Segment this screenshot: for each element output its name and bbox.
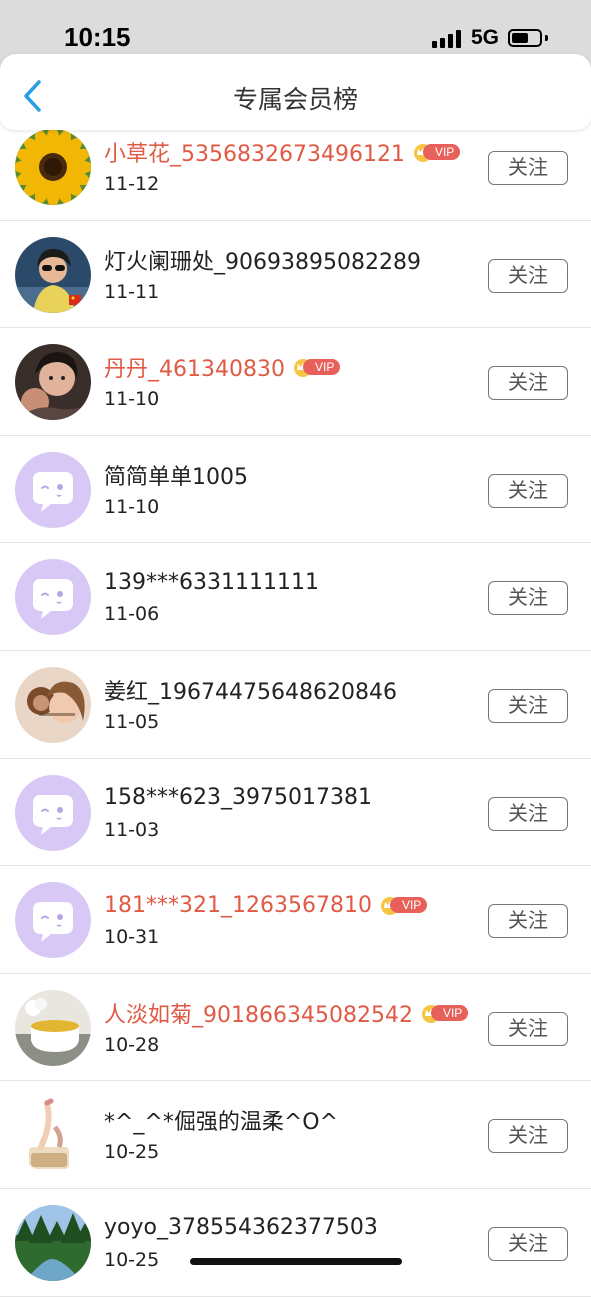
battery-cap bbox=[545, 35, 548, 41]
member-name[interactable]: 小草花_5356832673496121 bbox=[104, 136, 405, 168]
list-item[interactable]: 姜红_19674475648620846 11-05 关注 bbox=[0, 651, 591, 759]
name-line: 158***623_3975017381 bbox=[104, 783, 372, 813]
avatar[interactable] bbox=[15, 559, 91, 636]
status-time: 10:15 bbox=[64, 22, 131, 52]
page-title: 专属会员榜 bbox=[232, 85, 358, 114]
name-line: 灯火阑珊处_90693895082289 bbox=[104, 245, 421, 275]
name-line: *^_^*倔强的温柔^O^ bbox=[104, 1105, 338, 1135]
member-name[interactable]: *^_^*倔强的温柔^O^ bbox=[104, 1104, 338, 1136]
member-name[interactable]: 姜红_19674475648620846 bbox=[104, 674, 397, 706]
vip-label: VIP bbox=[389, 897, 428, 914]
follow-button[interactable]: 关注 bbox=[488, 1011, 568, 1046]
avatar[interactable] bbox=[15, 236, 91, 313]
network-label: 5G bbox=[471, 26, 500, 49]
avatar[interactable] bbox=[15, 989, 91, 1066]
home-indicator bbox=[190, 1258, 402, 1265]
member-name[interactable]: 简简单单1005 bbox=[104, 459, 248, 491]
avatar[interactable] bbox=[15, 1204, 91, 1281]
avatar[interactable] bbox=[15, 129, 91, 205]
list-item[interactable]: 简简单单1005 11-10 关注 bbox=[0, 436, 591, 544]
member-name[interactable]: 丹丹_461340830 bbox=[104, 351, 285, 383]
member-date: 11-12 bbox=[104, 173, 160, 195]
follow-button[interactable]: 关注 bbox=[488, 688, 568, 723]
vip-badge: VIP bbox=[378, 895, 428, 916]
name-line: yoyo_378554362377503 bbox=[104, 1213, 378, 1243]
member-date: 10-25 bbox=[104, 1248, 160, 1271]
follow-button[interactable]: 关注 bbox=[488, 473, 568, 508]
member-name[interactable]: 灯火阑珊处_90693895082289 bbox=[104, 244, 421, 276]
follow-button[interactable]: 关注 bbox=[488, 366, 568, 401]
vip-badge: VIP bbox=[419, 1003, 469, 1023]
follow-button[interactable]: 关注 bbox=[488, 581, 568, 616]
member-name[interactable]: 人淡如菊_901866345082542 bbox=[104, 997, 413, 1029]
member-date: 10-31 bbox=[104, 926, 160, 949]
list-item[interactable]: 158***623_3975017381 11-03 关注 bbox=[0, 759, 591, 867]
member-name[interactable]: 158***623_3975017381 bbox=[104, 785, 372, 810]
name-line: 小草花_5356832673496121 VIP bbox=[104, 136, 461, 168]
follow-button[interactable]: 关注 bbox=[488, 151, 568, 185]
follow-button[interactable]: 关注 bbox=[488, 1226, 568, 1261]
avatar[interactable] bbox=[15, 1097, 91, 1174]
name-line: 人淡如菊_901866345082542 VIP bbox=[104, 997, 469, 1029]
vip-label: VIP bbox=[302, 359, 341, 376]
avatar[interactable] bbox=[15, 344, 91, 421]
list-item[interactable]: 139***6331111111 11-06 关注 bbox=[0, 543, 591, 651]
vip-label: VIP bbox=[422, 144, 461, 160]
avatar[interactable] bbox=[15, 451, 91, 528]
avatar[interactable] bbox=[15, 774, 91, 851]
member-list: 小草花_5356832673496121 VIP 11-12 关注 灯火阑珊处_9069… bbox=[0, 113, 591, 1297]
name-line: 139***6331111111 bbox=[104, 567, 319, 597]
follow-button[interactable]: 关注 bbox=[488, 258, 568, 293]
member-name[interactable]: 181***321_1263567810 bbox=[104, 893, 372, 918]
member-date: 11-03 bbox=[104, 818, 160, 841]
follow-button[interactable]: 关注 bbox=[488, 796, 568, 831]
member-date: 11-10 bbox=[104, 495, 160, 518]
list-item[interactable]: *^_^*倔强的温柔^O^ 10-25 关注 bbox=[0, 1081, 591, 1189]
member-date: 11-11 bbox=[104, 280, 160, 303]
follow-button[interactable]: 关注 bbox=[488, 1119, 568, 1154]
member-date: 11-06 bbox=[104, 603, 160, 626]
battery-icon bbox=[508, 29, 542, 47]
follow-button[interactable]: 关注 bbox=[488, 904, 568, 939]
name-line: 181***321_1263567810 VIP bbox=[104, 890, 428, 920]
member-date: 10-28 bbox=[104, 1033, 160, 1056]
member-date: 11-05 bbox=[104, 710, 160, 733]
member-date: 10-25 bbox=[104, 1141, 160, 1164]
signal-icon bbox=[432, 30, 464, 48]
vip-badge: VIP bbox=[411, 142, 461, 162]
list-item[interactable]: 人淡如菊_901866345082542 VIP 10-28 关注 bbox=[0, 974, 591, 1082]
list-item[interactable]: 丹丹_461340830 VIP 11-10 关注 bbox=[0, 328, 591, 436]
name-line: 姜红_19674475648620846 bbox=[104, 675, 397, 705]
vip-badge: VIP bbox=[291, 357, 341, 378]
member-name[interactable]: 139***6331111111 bbox=[104, 570, 319, 595]
name-line: 丹丹_461340830 VIP bbox=[104, 351, 341, 383]
name-line: 简简单单1005 bbox=[104, 460, 248, 490]
nav-bar: 专属会员榜 bbox=[0, 54, 591, 130]
member-date: 11-10 bbox=[104, 388, 160, 411]
avatar[interactable] bbox=[15, 882, 91, 959]
vip-label: VIP bbox=[430, 1004, 469, 1021]
list-item[interactable]: yoyo_378554362377503 10-25 关注 bbox=[0, 1189, 591, 1297]
member-name[interactable]: yoyo_378554362377503 bbox=[104, 1215, 378, 1240]
list-item[interactable]: 181***321_1263567810 VIP 10-31 关注 bbox=[0, 866, 591, 974]
list-item[interactable]: 灯火阑珊处_90693895082289 11-11 关注 bbox=[0, 221, 591, 329]
avatar[interactable] bbox=[15, 666, 91, 743]
